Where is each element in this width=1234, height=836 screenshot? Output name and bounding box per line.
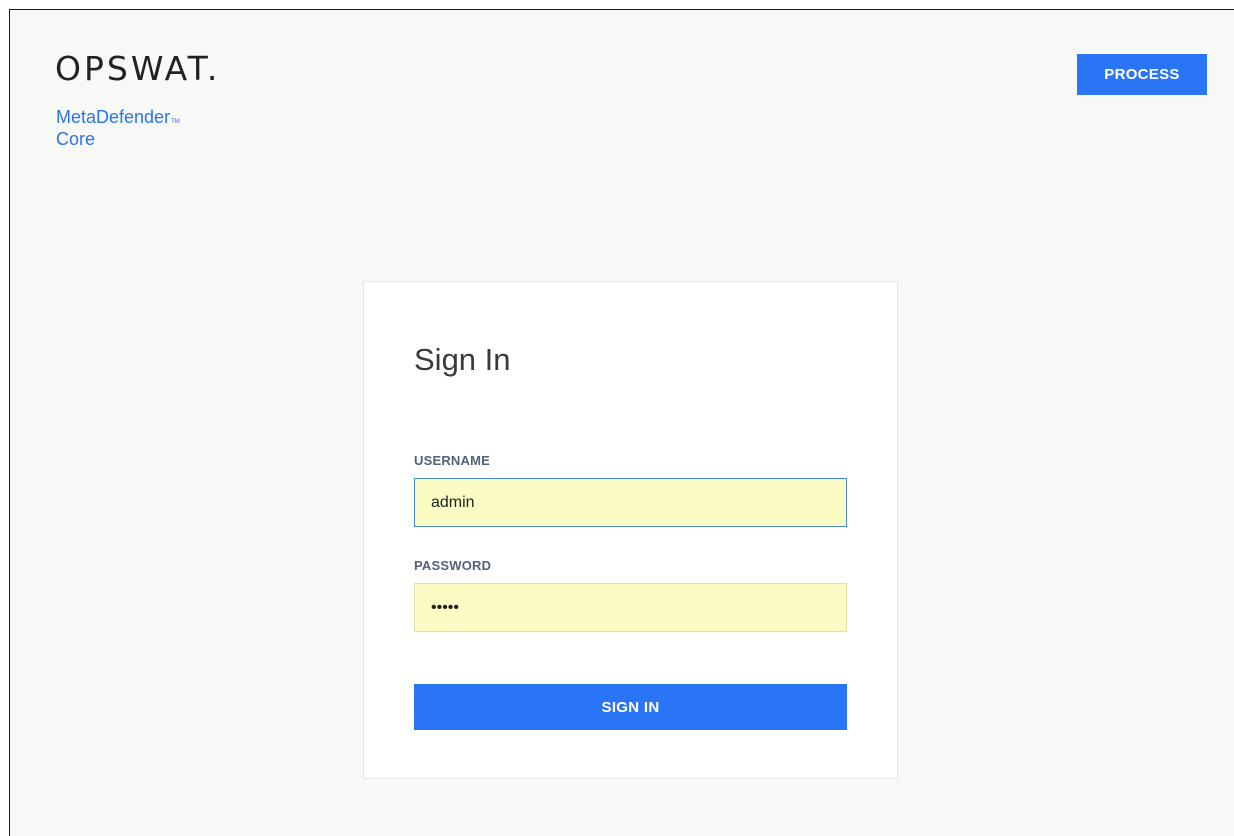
signin-card: Sign In USERNAME PASSWORD SIGN IN	[363, 281, 898, 779]
signin-title: Sign In	[414, 342, 511, 377]
sign-in-button[interactable]: SIGN IN	[414, 684, 847, 730]
page-frame: OPSWAT. MetaDefenderTM Core PROCESS Sign…	[9, 9, 1234, 836]
username-label: USERNAME	[414, 453, 490, 468]
product-edition: Core	[56, 129, 96, 149]
password-input[interactable]	[414, 583, 847, 632]
trademark-mark: TM	[171, 119, 180, 125]
product-name-text: MetaDefender	[56, 107, 171, 127]
password-label: PASSWORD	[414, 558, 492, 573]
username-input[interactable]	[414, 478, 847, 527]
process-button[interactable]: PROCESS	[1077, 54, 1207, 95]
opswat-logo: OPSWAT.	[55, 49, 221, 88]
